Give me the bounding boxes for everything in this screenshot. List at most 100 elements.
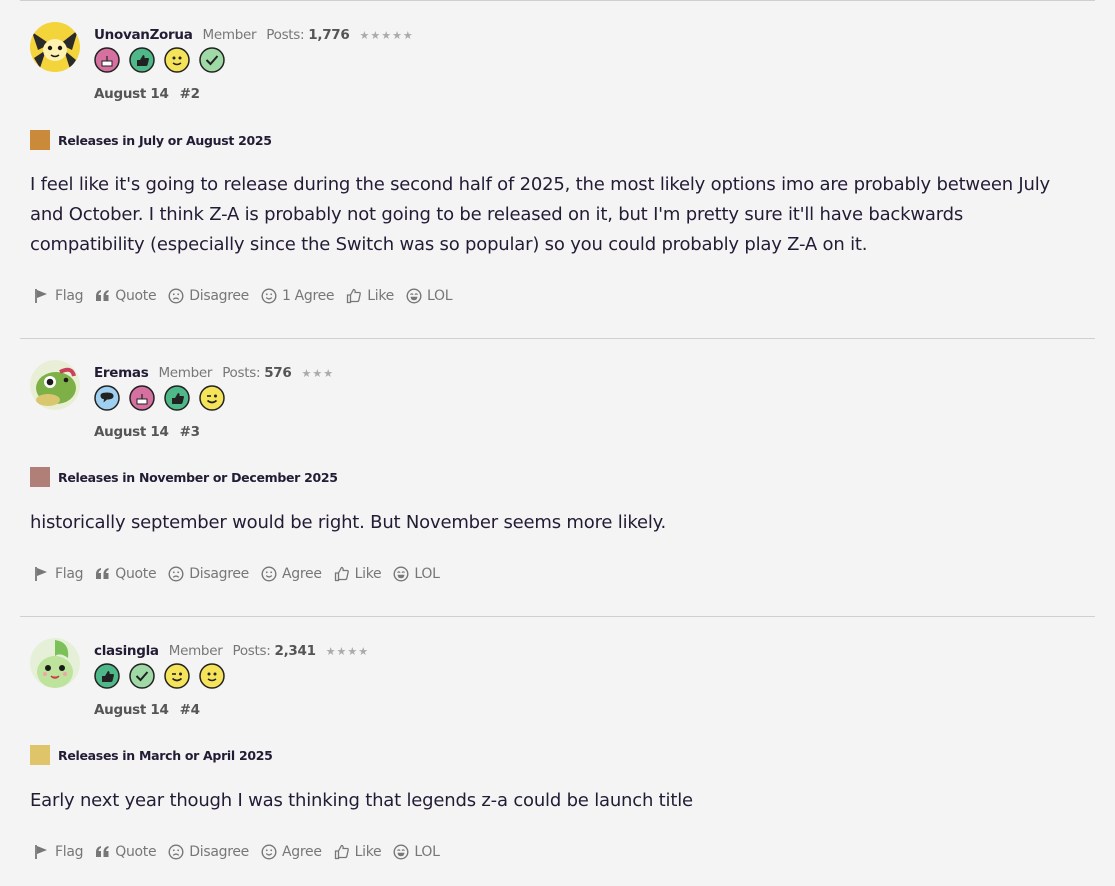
quote-icon — [96, 290, 109, 301]
user-role: Member — [202, 27, 257, 43]
avatar[interactable] — [30, 360, 80, 410]
frown-icon — [168, 844, 184, 860]
badge-row — [94, 47, 225, 73]
check-badge-icon[interactable] — [199, 47, 225, 73]
post-meta: August 14 #4 — [94, 702, 200, 718]
poll-vote: Releases in July or August 2025 — [30, 130, 272, 150]
user-line: Eremas Member Posts: 576 ★★★ — [94, 365, 334, 381]
quote-button[interactable]: Quote — [95, 288, 157, 304]
wink-badge-icon[interactable] — [199, 385, 225, 411]
badge-row — [94, 385, 225, 411]
user-line: clasingla Member Posts: 2,341 ★★★★ — [94, 643, 369, 659]
speech-bubble-badge-icon[interactable] — [94, 385, 120, 411]
thumbs-up-badge-icon[interactable] — [164, 385, 190, 411]
flag-icon — [35, 567, 47, 581]
post-date[interactable]: August 14 — [94, 86, 169, 102]
username[interactable]: clasingla — [94, 643, 159, 659]
post-date[interactable]: August 14 — [94, 702, 169, 718]
flag-button[interactable]: Flag — [34, 288, 84, 304]
flag-button[interactable]: Flag — [34, 566, 84, 582]
post-actions: Flag Quote Disagree Agree Like LOL — [34, 842, 452, 862]
flag-icon — [35, 289, 47, 303]
poll-vote-label: Releases in March or April 2025 — [58, 747, 273, 763]
frown-icon — [168, 288, 184, 304]
post: Eremas Member Posts: 576 ★★★ August 14 #3 Re… — [20, 338, 1095, 617]
poll-color-swatch — [30, 467, 50, 487]
agree-count: 1 — [282, 288, 291, 304]
agree-button[interactable]: 1 Agree — [261, 288, 335, 304]
post-count: 576 — [264, 365, 292, 381]
thumbs-up-icon — [347, 288, 362, 304]
disagree-button[interactable]: Disagree — [168, 566, 249, 582]
disagree-button[interactable]: Disagree — [168, 288, 249, 304]
laugh-icon — [393, 566, 409, 582]
smile-icon — [261, 844, 277, 860]
thumbs-up-icon — [334, 844, 349, 860]
smile-badge-icon[interactable] — [199, 663, 225, 689]
like-button[interactable]: Like — [334, 566, 382, 582]
smile-badge-icon[interactable] — [164, 47, 190, 73]
quote-icon — [96, 846, 109, 857]
post-count: 2,341 — [274, 643, 316, 659]
frown-icon — [168, 566, 184, 582]
like-button[interactable]: Like — [334, 844, 382, 860]
flag-button[interactable]: Flag — [34, 844, 84, 860]
quote-icon — [96, 568, 109, 579]
username[interactable]: Eremas — [94, 365, 149, 381]
post-number-link[interactable]: #4 — [180, 702, 200, 718]
laugh-icon — [393, 844, 409, 860]
poll-vote-label: Releases in July or August 2025 — [58, 132, 272, 148]
check-badge-icon[interactable] — [129, 663, 155, 689]
poll-color-swatch — [30, 745, 50, 765]
poll-vote: Releases in March or April 2025 — [30, 745, 273, 765]
post-actions: Flag Quote Disagree Agree Like LOL — [34, 564, 452, 584]
post-count-label: Posts: — [266, 27, 305, 43]
cake-badge-icon[interactable] — [94, 47, 120, 73]
quote-button[interactable]: Quote — [95, 566, 157, 582]
thread: UnovanZorua Member Posts: 1,776 ★★★★★ Augus… — [0, 0, 1115, 886]
poll-vote-label: Releases in November or December 2025 — [58, 469, 338, 485]
lol-button[interactable]: LOL — [406, 288, 453, 304]
avatar[interactable] — [30, 638, 80, 688]
rank-stars: ★★★★★ — [359, 29, 414, 42]
rank-stars: ★★★ — [301, 367, 335, 380]
username[interactable]: UnovanZorua — [94, 27, 193, 43]
post-number-link[interactable]: #3 — [180, 424, 200, 440]
smile-icon — [261, 566, 277, 582]
cake-badge-icon[interactable] — [129, 385, 155, 411]
poll-color-swatch — [30, 130, 50, 150]
lol-button[interactable]: LOL — [393, 566, 440, 582]
user-line: UnovanZorua Member Posts: 1,776 ★★★★★ — [94, 27, 414, 43]
post: UnovanZorua Member Posts: 1,776 ★★★★★ Augus… — [20, 0, 1095, 339]
post-actions: Flag Quote Disagree 1 Agree Like LOL — [34, 286, 464, 306]
post-body: I feel like it's going to release during… — [30, 174, 1051, 255]
laugh-icon — [406, 288, 422, 304]
post-date[interactable]: August 14 — [94, 424, 169, 440]
post-number-link[interactable]: #2 — [180, 86, 200, 102]
thumbs-up-badge-icon[interactable] — [129, 47, 155, 73]
smile-icon — [261, 288, 277, 304]
avatar[interactable] — [30, 22, 80, 72]
user-role: Member — [168, 643, 223, 659]
agree-button[interactable]: Agree — [261, 844, 322, 860]
post-count-label: Posts: — [222, 365, 261, 381]
quote-button[interactable]: Quote — [95, 844, 157, 860]
post: clasingla Member Posts: 2,341 ★★★★ August 1… — [20, 616, 1095, 886]
lol-button[interactable]: LOL — [393, 844, 440, 860]
badge-row — [94, 663, 225, 689]
flag-icon — [35, 845, 47, 859]
post-meta: August 14 #2 — [94, 86, 200, 102]
agree-button[interactable]: Agree — [261, 566, 322, 582]
disagree-button[interactable]: Disagree — [168, 844, 249, 860]
poll-vote: Releases in November or December 2025 — [30, 467, 338, 487]
post-body: historically september would be right. B… — [30, 512, 667, 533]
thumbs-up-icon — [334, 566, 349, 582]
like-button[interactable]: Like — [346, 288, 394, 304]
user-role: Member — [158, 365, 213, 381]
wink-badge-icon[interactable] — [164, 663, 190, 689]
post-count-label: Posts: — [232, 643, 271, 659]
post-meta: August 14 #3 — [94, 424, 200, 440]
post-count: 1,776 — [308, 27, 350, 43]
thumbs-up-badge-icon[interactable] — [94, 663, 120, 689]
post-body: Early next year though I was thinking th… — [30, 790, 693, 811]
